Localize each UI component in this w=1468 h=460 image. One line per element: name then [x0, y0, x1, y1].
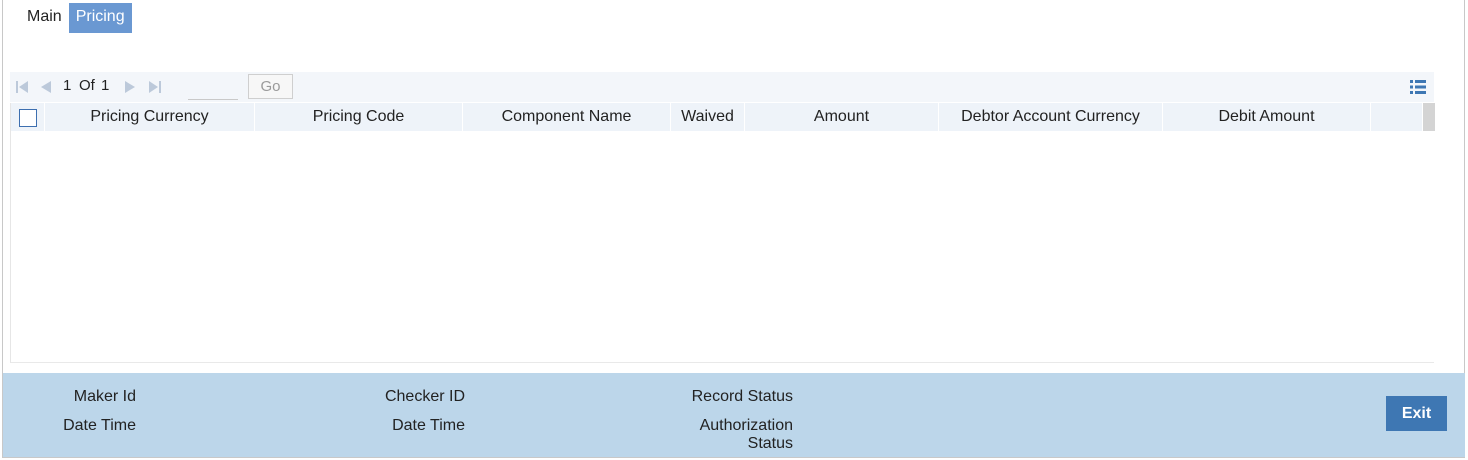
record-status-label: Record Status [691, 388, 793, 405]
column-header-debit-amount[interactable]: Debit Amount [1163, 103, 1371, 131]
column-header-debtor-account-currency[interactable]: Debtor Account Currency [939, 103, 1163, 131]
grid-scrollbar[interactable] [1423, 103, 1435, 131]
maker-id-label: Maker Id [73, 388, 136, 405]
audit-footer: Maker Id Date Time Checker ID Date Time … [3, 373, 1465, 457]
column-header-pricing-code[interactable]: Pricing Code [255, 103, 463, 131]
next-page-icon[interactable] [123, 80, 137, 94]
total-pages: 1 [101, 77, 110, 94]
go-button[interactable]: Go [248, 74, 293, 99]
checker-date-time-label: Date Time [392, 417, 465, 434]
authorization-status-label: Authorization Status [663, 417, 793, 453]
tab-main[interactable]: Main [20, 3, 69, 33]
grid-toolbar: 1 Of 1 Go [10, 72, 1434, 102]
select-all-checkbox[interactable] [19, 109, 37, 127]
column-header-component-name[interactable]: Component Name [463, 103, 671, 131]
last-page-icon[interactable] [148, 80, 162, 94]
of-label: Of [79, 77, 95, 94]
column-header-pricing-currency[interactable]: Pricing Currency [45, 103, 255, 131]
column-header-amount[interactable]: Amount [745, 103, 939, 131]
page-number-input[interactable] [188, 74, 238, 100]
authorization-status-line1: Authorization [699, 417, 793, 434]
current-page: 1 [63, 77, 72, 94]
column-header-filler [1371, 103, 1423, 131]
authorization-status-line2: Status [747, 435, 793, 452]
checker-id-label: Checker ID [384, 388, 465, 405]
exit-button[interactable]: Exit [1386, 396, 1447, 431]
select-all-cell [11, 103, 45, 131]
grid-header: Pricing Currency Pricing Code Component … [11, 103, 1423, 131]
first-page-icon[interactable] [15, 80, 29, 94]
maker-date-time-label: Date Time [63, 417, 136, 434]
column-header-waived[interactable]: Waived [671, 103, 745, 131]
tab-pricing[interactable]: Pricing [68, 3, 132, 33]
column-menu-icon[interactable] [1410, 79, 1426, 100]
pricing-grid: Pricing Currency Pricing Code Component … [10, 103, 1435, 363]
previous-page-icon[interactable] [38, 80, 52, 94]
tab-bar: Main Pricing [20, 3, 132, 33]
